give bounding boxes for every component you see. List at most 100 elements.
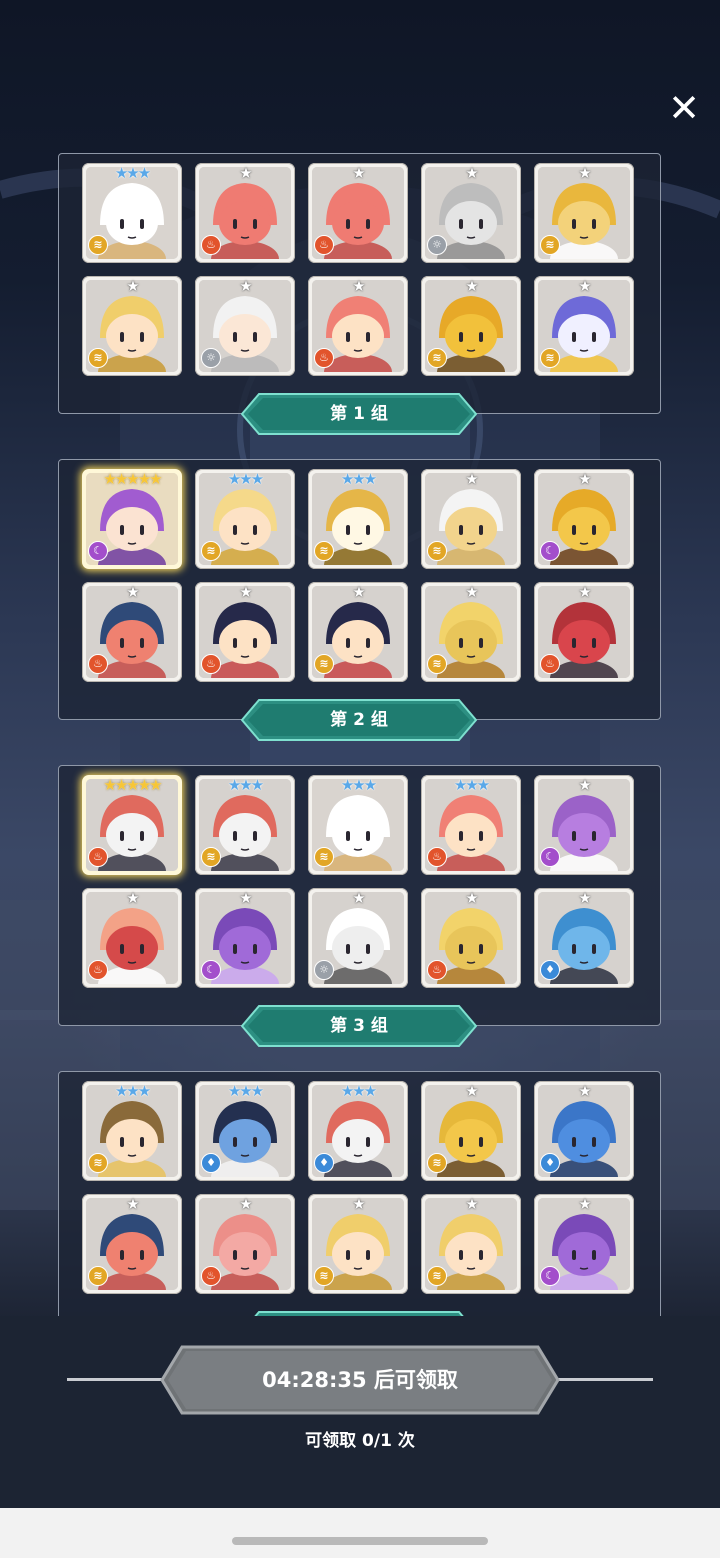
water-element-icon: ♦ (201, 1153, 221, 1173)
hero-card[interactable]: ★ ☼ (308, 888, 408, 988)
hero-card[interactable]: ★ ☾ (534, 469, 634, 569)
claim-button-label: 04:28:35 后可领取 (262, 1368, 458, 1392)
hero-card[interactable]: ★ ♨ (308, 163, 408, 263)
wind-element-icon: ≋ (427, 1266, 447, 1286)
hero-card[interactable]: ★ ≋ (308, 1194, 408, 1294)
wind-element-icon: ≋ (88, 348, 108, 368)
hero-card[interactable]: ★ ≋ (82, 276, 182, 376)
hero-card[interactable]: ★ ♨ (195, 582, 295, 682)
group-label-badge: 第 1 组 (241, 393, 477, 435)
fire-element-icon: ♨ (427, 847, 447, 867)
hero-card[interactable]: ★ ≋ (421, 582, 521, 682)
star-rating-icon: ★ (352, 164, 365, 182)
hero-grid: ★★★ ≋ ★★★ ♦ ★★★ ♦ ★ ≋ ★ ♦ ★ ≋ ★ ♨ ★ ≋ ★ ≋ ★ ☾ (82, 1081, 642, 1294)
hero-card[interactable]: ★ ♨ (82, 888, 182, 988)
star-rating-icon: ★ (578, 470, 591, 488)
hero-card[interactable]: ★★★ ≋ (82, 163, 182, 263)
hero-card[interactable]: ★ ≋ (82, 1194, 182, 1294)
hero-card[interactable]: ★★★ ♦ (308, 1081, 408, 1181)
wind-element-icon: ≋ (314, 1266, 334, 1286)
star-rating-icon: ★ (352, 1195, 365, 1213)
group-label: 第 1 组 (330, 404, 388, 424)
system-nav-area (0, 1508, 720, 1558)
star-rating-icon: ★ (465, 164, 478, 182)
hero-card[interactable]: ★★★ ≋ (195, 469, 295, 569)
hero-card[interactable]: ★ ♨ (195, 163, 295, 263)
hero-card[interactable]: ★ ≋ (421, 276, 521, 376)
hero-card[interactable]: ★★★ ≋ (308, 469, 408, 569)
hero-card[interactable]: ★ ☾ (195, 888, 295, 988)
hero-card[interactable]: ★ ≋ (421, 1194, 521, 1294)
wind-element-icon: ≋ (201, 847, 221, 867)
star-rating-icon: ★ (465, 1082, 478, 1100)
star-rating-icon: ★ (239, 164, 252, 182)
dark-element-icon: ☾ (540, 1266, 560, 1286)
hero-card[interactable]: ★ ♦ (534, 1081, 634, 1181)
hero-card[interactable]: ★★★★★ ♨ (82, 775, 182, 875)
hero-card[interactable]: ★ ≋ (421, 469, 521, 569)
close-button[interactable]: ✕ (664, 88, 704, 128)
wind-element-icon: ≋ (88, 1266, 108, 1286)
star-rating-icon: ★★★★★ (103, 470, 162, 488)
hero-card[interactable]: ★★★ ♦ (195, 1081, 295, 1181)
hero-card[interactable]: ★★★ ≋ (195, 775, 295, 875)
wind-element-icon: ≋ (540, 235, 560, 255)
fire-element-icon: ♨ (540, 654, 560, 674)
water-element-icon: ♦ (540, 1153, 560, 1173)
divider-right (553, 1378, 653, 1381)
home-indicator[interactable] (232, 1537, 488, 1545)
water-element-icon: ♦ (540, 960, 560, 980)
hero-card[interactable]: ★ ≋ (534, 163, 634, 263)
hero-grid: ★★★ ≋ ★ ♨ ★ ♨ ★ ☼ ★ ≋ ★ ≋ ★ ☼ ★ ♨ ★ ≋ ★ ≋ (82, 163, 642, 376)
star-rating-icon: ★ (578, 583, 591, 601)
hero-card[interactable]: ★ ♨ (308, 276, 408, 376)
star-rating-icon: ★ (239, 583, 252, 601)
hero-card[interactable]: ★ ♨ (195, 1194, 295, 1294)
fire-element-icon: ♨ (88, 847, 108, 867)
reward-groups-list[interactable]: ★★★ ≋ ★ ♨ ★ ♨ ★ ☼ ★ ≋ ★ ≋ ★ ☼ ★ ♨ ★ ≋ ★ ≋ 第 1 组 ★★★★★ ☾ ★★★ ≋ ★★★… (0, 150, 720, 1316)
fire-element-icon: ♨ (427, 960, 447, 980)
star-rating-icon: ★ (126, 1195, 139, 1213)
hero-card[interactable]: ★ ♨ (421, 888, 521, 988)
hero-card[interactable]: ★ ≋ (534, 276, 634, 376)
wind-element-icon: ≋ (540, 348, 560, 368)
hero-card[interactable]: ★ ♨ (534, 582, 634, 682)
star-rating-icon: ★ (578, 1082, 591, 1100)
hero-card[interactable]: ★ ♦ (534, 888, 634, 988)
hero-card[interactable]: ★ ☾ (534, 1194, 634, 1294)
star-rating-icon: ★ (465, 889, 478, 907)
dark-element-icon: ☾ (88, 541, 108, 561)
hero-card[interactable]: ★★★★★ ☾ (82, 469, 182, 569)
hero-grid: ★★★★★ ♨ ★★★ ≋ ★★★ ≋ ★★★ ♨ ★ ☾ ★ ♨ ★ ☾ ★ ☼ ★ ♨ ★ ♦ (82, 775, 642, 988)
fire-element-icon: ♨ (314, 235, 334, 255)
fire-element-icon: ♨ (88, 960, 108, 980)
hero-card[interactable]: ★ ≋ (421, 1081, 521, 1181)
group-label: 第 3 组 (330, 1016, 388, 1036)
group-label-badge: 第 2 组 (241, 699, 477, 741)
star-rating-icon: ★ (578, 277, 591, 295)
star-rating-icon: ★ (239, 277, 252, 295)
wind-element-icon: ≋ (427, 654, 447, 674)
star-rating-icon: ★ (126, 889, 139, 907)
star-rating-icon: ★ (352, 277, 365, 295)
hero-card[interactable]: ★ ≋ (308, 582, 408, 682)
star-rating-icon: ★★★ (227, 470, 264, 488)
wind-element-icon: ≋ (201, 541, 221, 561)
fire-element-icon: ♨ (201, 654, 221, 674)
star-rating-icon: ★★★ (114, 1082, 151, 1100)
hero-card[interactable]: ★ ☼ (421, 163, 521, 263)
star-rating-icon: ★★★ (340, 1082, 377, 1100)
star-rating-icon: ★ (126, 583, 139, 601)
hero-card[interactable]: ★ ♨ (82, 582, 182, 682)
group-label-badge: 第 3 组 (241, 1005, 477, 1047)
claim-button[interactable]: 04:28:35 后可领取 (160, 1345, 560, 1415)
star-rating-icon: ★ (126, 277, 139, 295)
hero-card[interactable]: ★★★ ♨ (421, 775, 521, 875)
wind-element-icon: ≋ (427, 1153, 447, 1173)
hero-card[interactable]: ★ ☾ (534, 775, 634, 875)
hero-card[interactable]: ★ ☼ (195, 276, 295, 376)
hero-card[interactable]: ★★★ ≋ (308, 775, 408, 875)
star-rating-icon: ★★★ (227, 776, 264, 794)
hero-card[interactable]: ★★★ ≋ (82, 1081, 182, 1181)
star-rating-icon: ★★★★★ (103, 776, 162, 794)
